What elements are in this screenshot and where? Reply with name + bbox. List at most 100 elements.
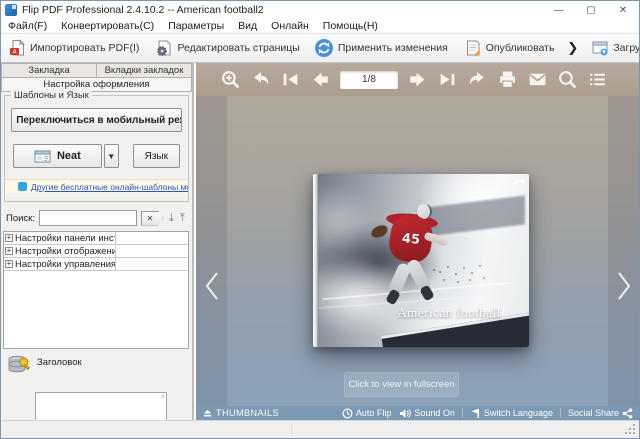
menu-online[interactable]: Онлайн: [264, 19, 316, 33]
template-icon: [34, 150, 51, 162]
tree-row-toolbar-settings[interactable]: Настройки панели инстр...: [4, 232, 188, 245]
sound-label: Sound On: [414, 408, 455, 418]
print-icon[interactable]: [497, 69, 518, 90]
upload-online-button[interactable]: Загрузить Онлайн: [584, 34, 640, 62]
fullscreen-button[interactable]: Click to view in fullscreen: [344, 372, 459, 397]
more-options-chevron-icon[interactable]: ❯: [561, 40, 584, 56]
publish-button[interactable]: Опубликовать: [457, 34, 562, 62]
maximize-button[interactable]: ▢: [575, 1, 607, 19]
settings-tree: Настройки панели инстр... Настройки отоб…: [3, 231, 189, 349]
share-icon: [622, 408, 633, 418]
undo-flip-icon[interactable]: [250, 69, 271, 90]
menu-convert[interactable]: Конвертировать(C): [54, 19, 161, 33]
next-page-icon[interactable]: [407, 69, 428, 90]
next-page-zone[interactable]: [608, 96, 639, 406]
book-cover[interactable]: 45 American football: [313, 174, 529, 347]
email-icon[interactable]: [527, 69, 548, 90]
import-pdf-button[interactable]: A Импортировать PDF(I): [1, 34, 146, 62]
publish-label: Опубликовать: [485, 42, 555, 54]
template-name-label: Neat: [56, 150, 81, 162]
previous-page-zone[interactable]: [196, 96, 227, 406]
tree-row-display-settings[interactable]: Настройки отображения...: [4, 245, 188, 258]
edit-pages-button[interactable]: Редактировать страницы: [148, 34, 306, 62]
tab-bookmark[interactable]: Закладка: [1, 63, 97, 78]
social-share-label: Social Share: [567, 408, 619, 418]
page-indicator[interactable]: 1/8: [340, 70, 398, 89]
search-icon[interactable]: [557, 69, 578, 90]
menu-options[interactable]: Параметры: [161, 19, 231, 33]
expand-plus-icon[interactable]: [5, 247, 13, 255]
online-templates-row: Другие бесплатные онлайн-шаблоны можно н: [5, 179, 188, 193]
import-pdf-icon: A: [10, 39, 25, 56]
menu-view[interactable]: Вид: [231, 19, 264, 33]
right-chevron-icon: [617, 272, 630, 300]
clear-search-button[interactable]: ✕: [140, 210, 163, 226]
cover-art: 45 American football: [313, 174, 529, 347]
apply-changes-label: Применить изменения: [337, 42, 448, 54]
bottom-bar-separator: [559, 408, 561, 418]
expand-plus-icon[interactable]: [5, 260, 13, 268]
apply-changes-button[interactable]: Применить изменения: [307, 34, 455, 62]
sidebar: Закладка Вкладки закладок Настройка офор…: [1, 63, 194, 438]
template-select-button[interactable]: Neat: [13, 144, 102, 168]
jersey-number: 45: [400, 230, 421, 248]
switch-mobile-label: Переключиться в мобильный режи: [16, 114, 182, 126]
bottom-bar-separator: [461, 408, 463, 418]
page-curl-icon[interactable]: [511, 177, 525, 189]
eject-icon: [203, 409, 212, 417]
menu-icon[interactable]: [587, 69, 608, 90]
resize-grip[interactable]: [624, 423, 637, 436]
language-label: Язык: [144, 150, 168, 162]
search-label: Поиск:: [6, 212, 35, 224]
left-chevron-icon: [205, 272, 218, 300]
tree-item-label: Настройки управления ...: [15, 258, 116, 270]
main-toolbar: A Импортировать PDF(I) Редактировать стр…: [1, 33, 639, 63]
book-spine: [313, 174, 319, 347]
group-title: Шаблоны и Язык: [11, 90, 92, 101]
import-pdf-label: Импортировать PDF(I): [30, 42, 140, 54]
search-input[interactable]: [38, 210, 137, 226]
first-page-icon[interactable]: [280, 69, 301, 90]
status-divider: [291, 424, 292, 435]
switch-mobile-mode-button[interactable]: Переключиться в мобильный режи: [11, 108, 182, 132]
flipbook-bottom-bar: THUMBNAILS Auto Flip Sound On Switch Lan…: [196, 406, 639, 420]
football: [368, 222, 390, 241]
app-icon: [5, 4, 17, 16]
collapse-all-icon[interactable]: ⤓: [169, 212, 174, 225]
social-share-button[interactable]: Social Share: [568, 408, 633, 419]
template-dropdown-button[interactable]: ▼: [103, 144, 119, 168]
menu-bar: Файл(F) Конвертировать(C) Параметры Вид …: [1, 19, 639, 33]
title-bar: Flip PDF Professional 2.4.10.2 -- Americ…: [1, 1, 639, 19]
upload-online-label: Загрузить Онлайн: [613, 42, 640, 54]
menu-help[interactable]: Помощь(H): [316, 19, 385, 33]
scroll-up-icon[interactable]: ˄: [161, 394, 165, 401]
book-title: American football: [397, 305, 501, 321]
auto-flip-button[interactable]: Auto Flip: [342, 407, 392, 419]
info-icon: [18, 182, 27, 191]
expand-plus-icon[interactable]: [5, 234, 13, 242]
minimize-button[interactable]: —: [543, 1, 575, 19]
flipbook-preview: 1/8 45 American football Click to view i…: [196, 63, 639, 420]
flag-icon: [471, 408, 479, 418]
tree-row-control-settings[interactable]: Настройки управления ...: [4, 258, 188, 271]
sound-button[interactable]: Sound On: [399, 408, 455, 419]
clock-icon: [342, 407, 353, 419]
tab-bookmark-tabs[interactable]: Вкладки закладок: [97, 63, 192, 78]
zoom-in-icon[interactable]: [220, 69, 241, 90]
language-button[interactable]: Язык: [132, 144, 180, 168]
previous-page-icon[interactable]: [310, 69, 331, 90]
expand-all-icon[interactable]: ⤒: [180, 212, 185, 225]
redo-flip-icon[interactable]: [467, 69, 488, 90]
tree-item-label: Настройки панели инстр...: [15, 232, 115, 244]
online-templates-link[interactable]: Другие бесплатные онлайн-шаблоны можно н: [31, 182, 188, 192]
thumbnails-button[interactable]: THUMBNAILS: [202, 408, 279, 418]
auto-flip-label: Auto Flip: [355, 408, 392, 418]
window-title: Flip PDF Professional 2.4.10.2 -- Americ…: [22, 4, 264, 16]
last-page-icon[interactable]: [437, 69, 458, 90]
speaker-icon: [400, 408, 412, 418]
switch-language-label: Switch Language: [483, 408, 553, 418]
flipbook-toolbar: 1/8: [196, 63, 639, 96]
close-button[interactable]: ✕: [607, 1, 639, 19]
menu-file[interactable]: Файл(F): [1, 19, 54, 33]
switch-language-button[interactable]: Switch Language: [470, 408, 553, 419]
